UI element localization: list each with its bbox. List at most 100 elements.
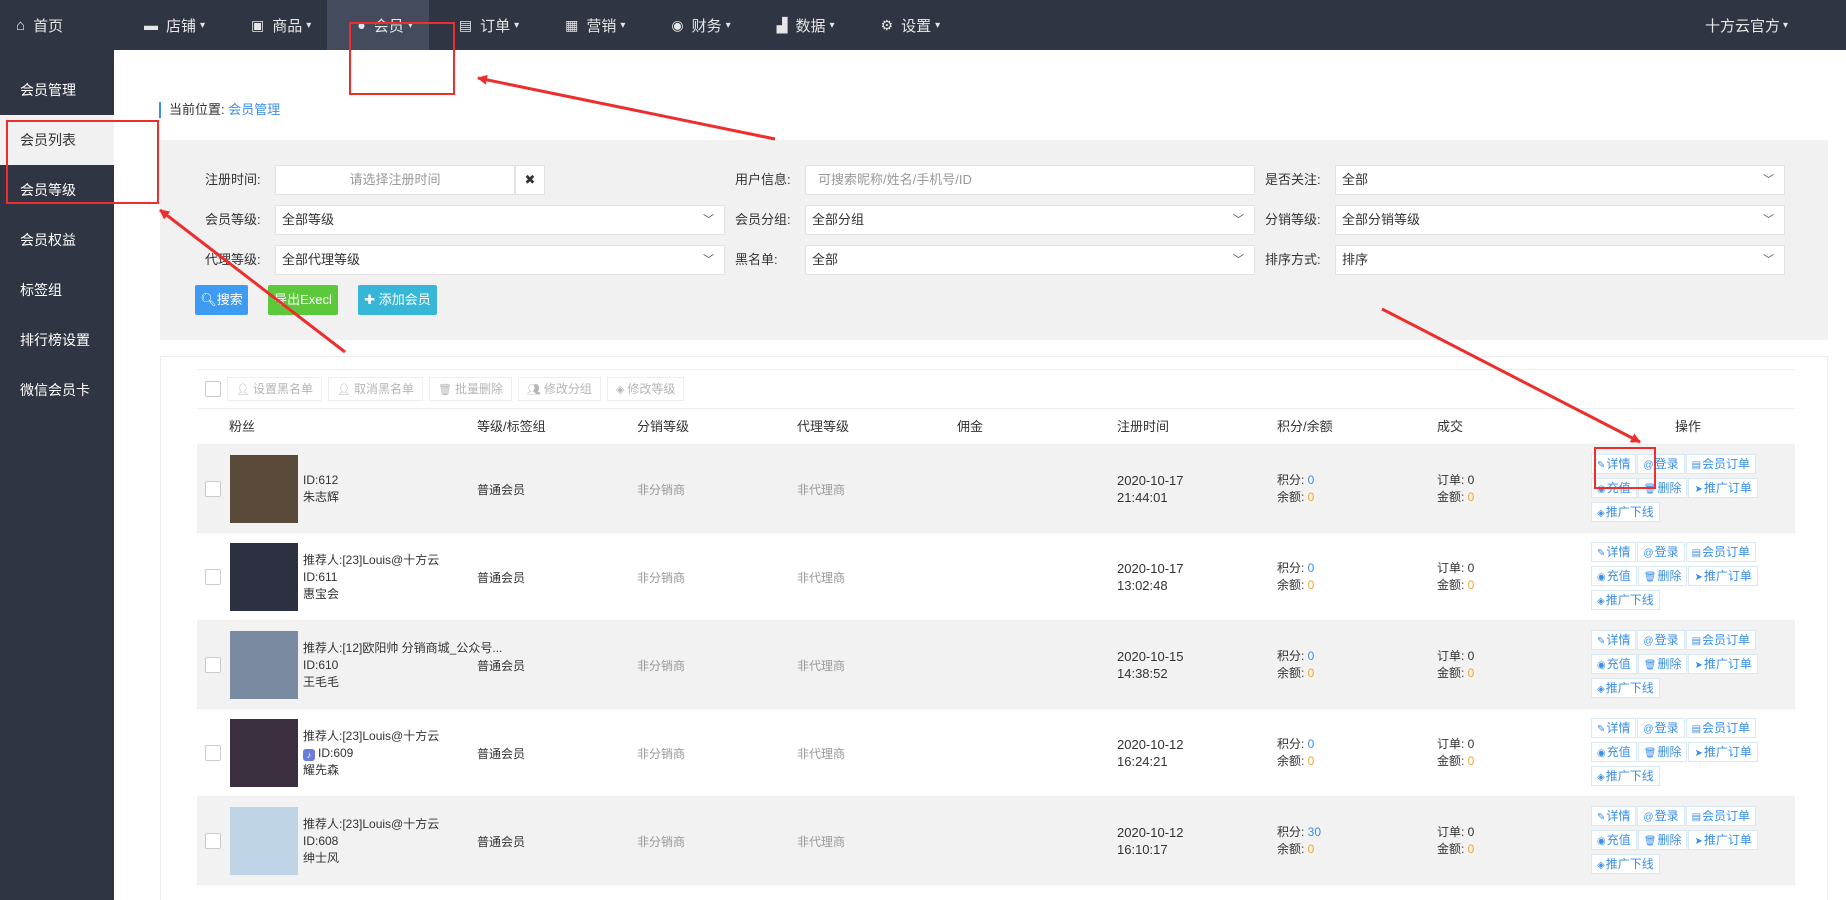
recharge-button[interactable]: ◉充值: [1591, 566, 1637, 586]
toolbar-label: 取消黑名单: [353, 382, 414, 396]
delete-button[interactable]: 🗑︎删除: [1637, 830, 1688, 850]
detail-button[interactable]: ✎详情: [1591, 718, 1637, 738]
sidebar-item-ranking[interactable]: 排行榜设置: [0, 315, 114, 365]
op-label: 详情: [1606, 809, 1631, 823]
op-label: 登录: [1654, 633, 1679, 647]
clear-date-button[interactable]: ✖: [515, 165, 545, 195]
row-checkbox[interactable]: [205, 745, 221, 761]
promo-downline-button[interactable]: ◈推广下线: [1591, 766, 1660, 786]
money-bag-icon: ◉: [671, 16, 684, 33]
gear-icon: ⚙: [880, 16, 894, 33]
points-label: 积分:: [1277, 649, 1308, 663]
op-label: 详情: [1606, 633, 1631, 647]
follow-select[interactable]: 全部 ﹀: [1335, 165, 1785, 195]
promo-orders-button[interactable]: ➤推广订单: [1688, 478, 1758, 498]
sidebar-item-member-rights[interactable]: 会员权益: [0, 215, 114, 265]
sidebar-item-wechat-card[interactable]: 微信会员卡: [0, 365, 114, 415]
login-button[interactable]: @登录: [1637, 718, 1685, 738]
promo-downline-button[interactable]: ◈推广下线: [1591, 502, 1660, 522]
promo-downline-button[interactable]: ◈推广下线: [1591, 678, 1660, 698]
points-cell: 积分: 0 余额: 0: [1277, 709, 1314, 797]
points-value: 0: [1307, 649, 1315, 663]
row-checkbox[interactable]: [205, 481, 221, 497]
breadcrumb-link[interactable]: 会员管理: [228, 102, 280, 117]
add-member-button[interactable]: ✚ 添加会员: [358, 285, 437, 315]
member-orders-button[interactable]: ▤会员订单: [1685, 718, 1757, 738]
detail-button[interactable]: ✎详情: [1591, 630, 1637, 650]
search-button[interactable]: 🔍︎搜索: [195, 285, 248, 315]
gift-icon: ▦: [565, 16, 579, 33]
user-menu[interactable]: 十方云官方 ▾: [1705, 0, 1788, 50]
detail-button[interactable]: ✎详情: [1591, 806, 1637, 826]
promo-downline-button[interactable]: ◈推广下线: [1591, 854, 1660, 874]
promo-orders-button[interactable]: ➤推广订单: [1688, 566, 1758, 586]
group-label: 会员分组:: [735, 212, 791, 227]
trash-icon: 🗑︎: [1643, 572, 1657, 583]
edit-icon: ✎: [1597, 548, 1606, 559]
delete-button[interactable]: 🗑︎删除: [1637, 566, 1688, 586]
at-icon: @: [1643, 636, 1654, 647]
recharge-button[interactable]: ◉充值: [1591, 654, 1637, 674]
chevron-down-icon: ﹀: [703, 254, 714, 266]
row-checkbox[interactable]: [205, 833, 221, 849]
agent-select[interactable]: 全部代理等级 ﹀: [275, 245, 725, 275]
export-button[interactable]: 导出Execl: [268, 285, 338, 315]
delete-button[interactable]: 🗑︎删除: [1637, 742, 1688, 762]
member-orders-button[interactable]: ▤会员订单: [1685, 630, 1757, 650]
nav-item-goods[interactable]: ▣ 商品 ▾: [221, 0, 327, 50]
nav-item-marketing[interactable]: ▦ 营销 ▾: [535, 0, 641, 50]
delete-button[interactable]: 🗑︎删除: [1637, 654, 1688, 674]
nav-item-finance[interactable]: ◉ 财务 ▾: [641, 0, 746, 50]
login-button[interactable]: @登录: [1637, 806, 1685, 826]
promo-orders-button[interactable]: ➤推广订单: [1688, 742, 1758, 762]
member-orders-button[interactable]: ▤会员订单: [1685, 542, 1757, 562]
member-orders-button[interactable]: ▤会员订单: [1685, 454, 1757, 474]
send-icon: ➤: [1694, 836, 1703, 847]
promo-orders-button[interactable]: ➤推广订单: [1688, 830, 1758, 850]
caret-down-icon: ▾: [1782, 19, 1788, 31]
send-icon: ➤: [1694, 660, 1703, 671]
op-label: 详情: [1606, 545, 1631, 559]
login-button[interactable]: @登录: [1637, 630, 1685, 650]
level-select[interactable]: 全部等级 ﹀: [275, 205, 725, 235]
row-actions: ✎详情 @登录 ▤会员订单 ◉充值 🗑︎删除 ➤推广订单 ◈推广下线: [1591, 630, 1791, 702]
row-checkbox[interactable]: [205, 657, 221, 673]
sidebar-item-tag-group[interactable]: 标签组: [0, 265, 114, 315]
black-select[interactable]: 全部 ﹀: [805, 245, 1255, 275]
nav-item-settings[interactable]: ⚙ 设置 ▾: [851, 0, 957, 50]
user-info-input[interactable]: 可搜索昵称/姓名/手机号/ID: [805, 165, 1255, 195]
chevron-down-icon: ﹀: [1233, 254, 1244, 266]
dist-select[interactable]: 全部分销等级 ﹀: [1335, 205, 1785, 235]
nav-item-data[interactable]: ▟ 数据 ▾: [747, 0, 851, 50]
batch-delete-button[interactable]: 🗑︎ 批量删除: [428, 377, 512, 401]
sort-select[interactable]: 排序 ﹀: [1335, 245, 1785, 275]
sidebar-item-member-manage[interactable]: 会员管理: [0, 65, 114, 115]
promo-orders-button[interactable]: ➤推广订单: [1688, 654, 1758, 674]
cancel-blacklist-button[interactable]: 👤︎ 取消黑名单: [327, 377, 423, 401]
recharge-button[interactable]: ◉充值: [1591, 830, 1637, 850]
promo-downline-button[interactable]: ◈推广下线: [1591, 590, 1660, 610]
member-orders-button[interactable]: ▤会员订单: [1685, 806, 1757, 826]
points-label: 积分:: [1277, 473, 1308, 487]
nav-item-store[interactable]: ▬ 店铺 ▾: [114, 0, 221, 50]
table-row: 推荐人:[12]欧阳帅 分销商城_公众号... ID:610 王毛毛 普通会员 非分销商…: [197, 621, 1795, 709]
reg-time-input[interactable]: 请选择注册时间: [275, 165, 515, 195]
nav-home[interactable]: ⌂ 首页: [0, 0, 114, 50]
group-select[interactable]: 全部分组 ﹀: [805, 205, 1255, 235]
balance-line: 余额: 0: [1277, 841, 1314, 858]
edit-group-button[interactable]: 👥︎ 修改分组: [517, 377, 601, 401]
op-label: 推广订单: [1703, 657, 1752, 671]
op-label: 会员订单: [1702, 809, 1751, 823]
recharge-button[interactable]: ◉充值: [1591, 742, 1637, 762]
edit-level-button[interactable]: ◈ 修改等级: [606, 377, 685, 401]
set-blacklist-button[interactable]: 👤︎ 设置黑名单: [227, 377, 322, 401]
row-checkbox[interactable]: [205, 569, 221, 585]
login-button[interactable]: @登录: [1637, 542, 1685, 562]
chevron-down-icon: ▾: [306, 19, 312, 31]
orders-label: 订单:: [1437, 561, 1468, 575]
select-all-checkbox[interactable]: [205, 381, 221, 397]
main-content: 当前位置: 会员管理 注册时间: 请选择注册时间 ✖ 用户信息: 可搜索昵称/姓…: [114, 50, 1846, 900]
chevron-down-icon: ﹀: [1763, 254, 1774, 266]
at-icon: @: [1643, 724, 1654, 735]
detail-button[interactable]: ✎详情: [1591, 542, 1637, 562]
